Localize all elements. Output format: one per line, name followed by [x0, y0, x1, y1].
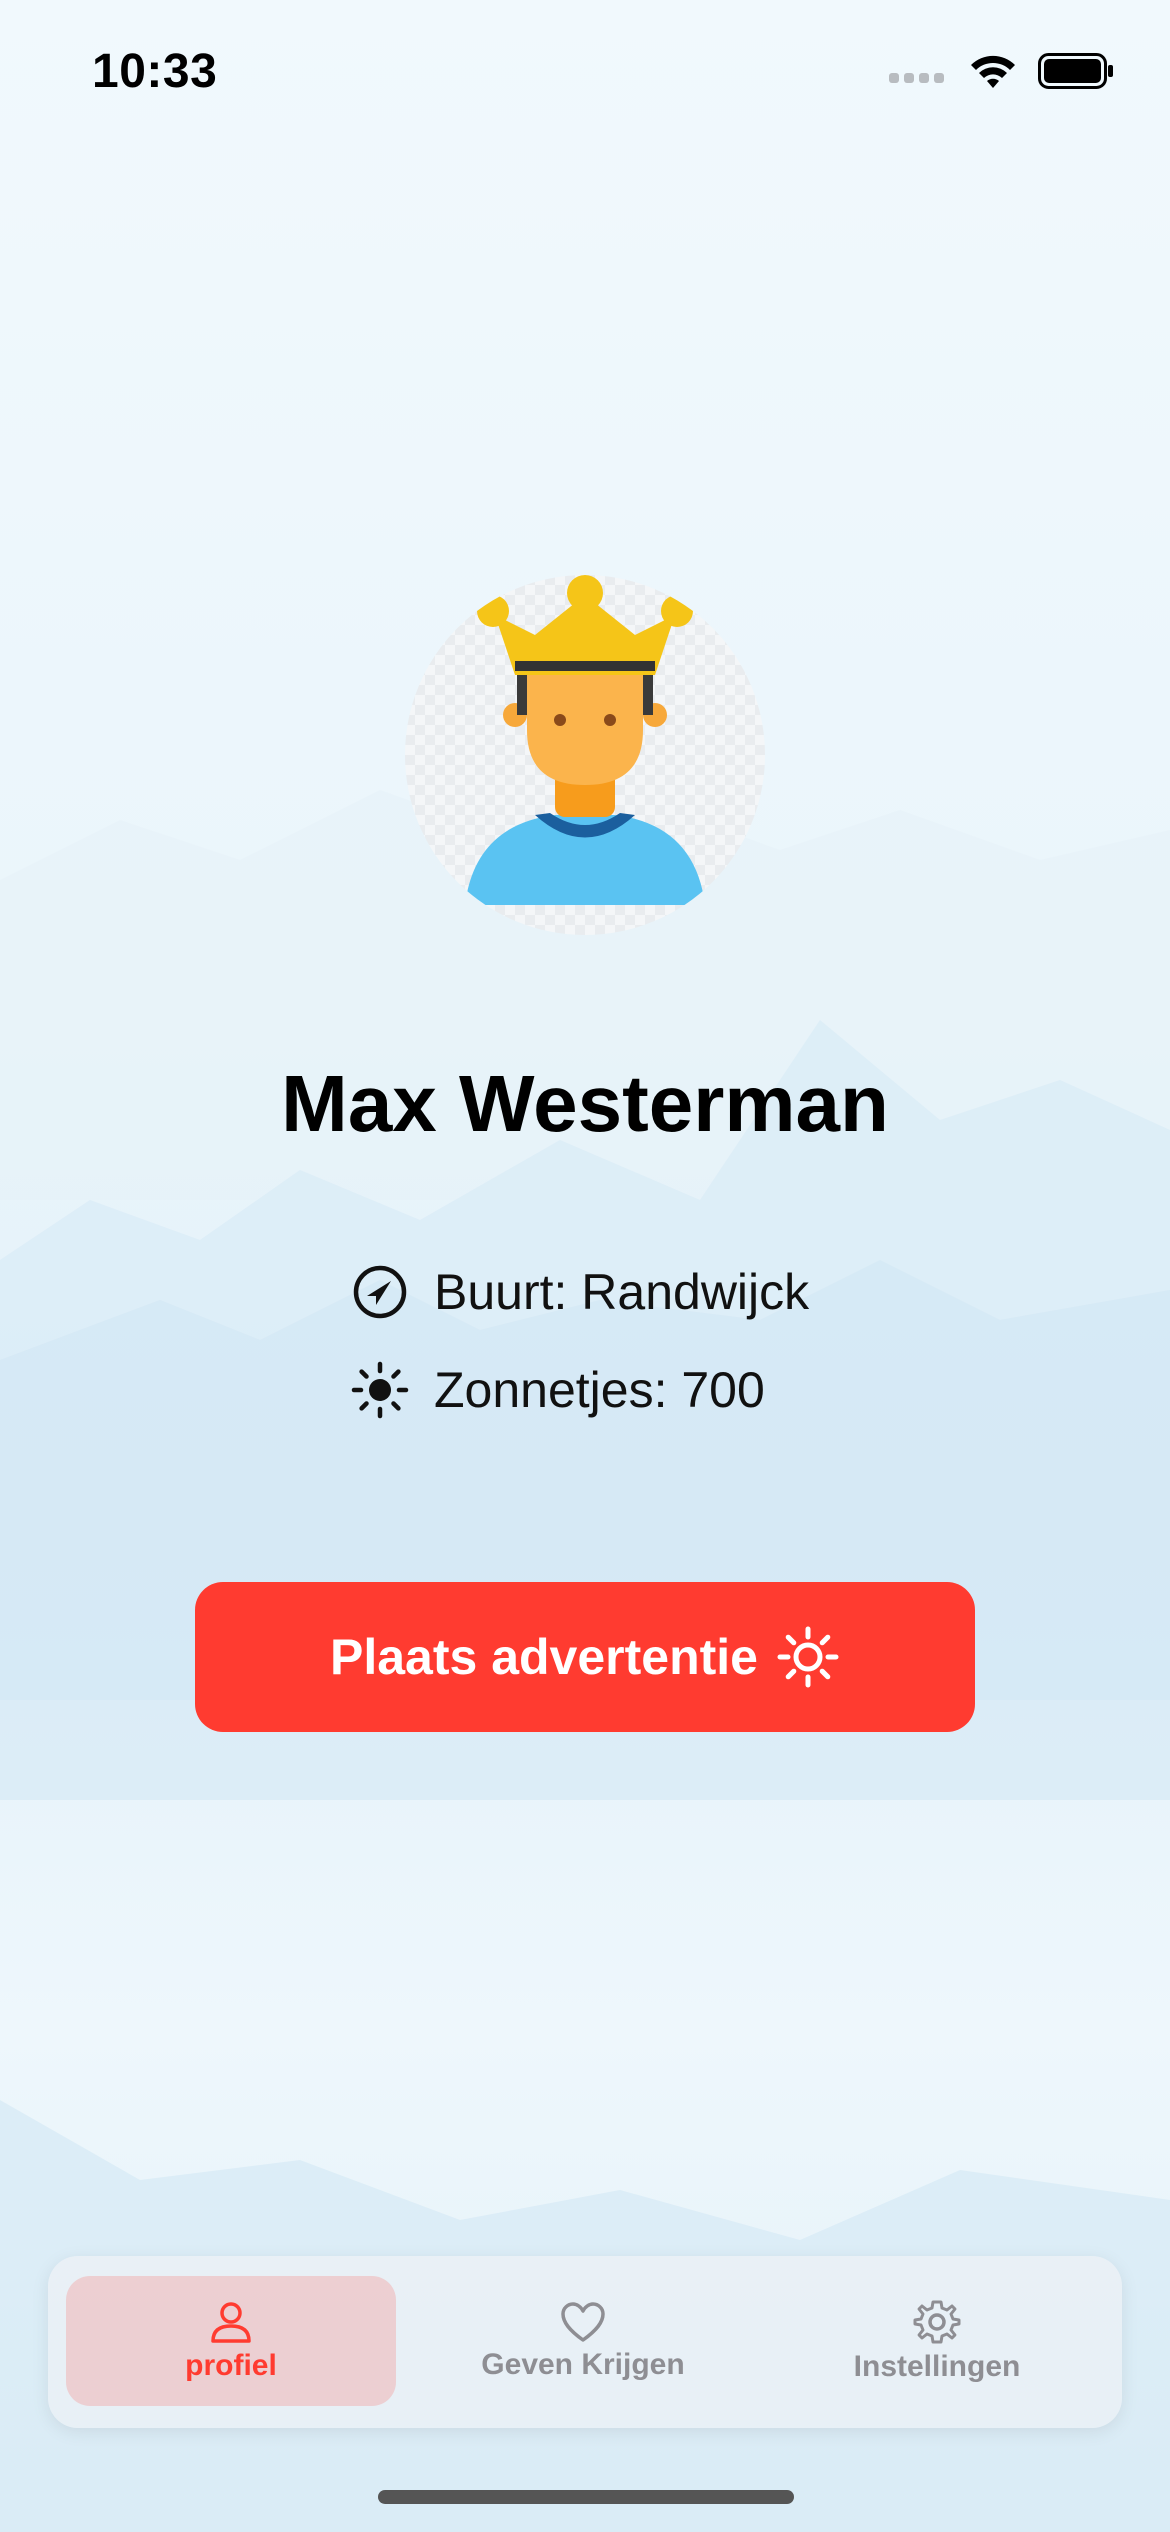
plaats-advertentie-button[interactable]: Plaats advertentie [195, 1582, 975, 1732]
heart-icon [561, 2302, 605, 2342]
zonnetjes-label: Zonnetjes: 700 [434, 1362, 765, 1418]
tab-geven-krijgen-label: Geven Krijgen [481, 2348, 685, 2381]
status-time: 10:33 [92, 45, 218, 98]
sun-icon [350, 1360, 410, 1420]
buurt-label: Buurt: Randwijck [434, 1264, 810, 1320]
sun-icon [776, 1625, 840, 1689]
tab-geven-krijgen[interactable]: Geven Krijgen [418, 2276, 748, 2406]
tab-instellingen-label: Instellingen [853, 2350, 1021, 2383]
home-indicator[interactable] [378, 2490, 794, 2504]
tab-profiel-label: profiel [185, 2349, 277, 2382]
plaats-advertentie-label: Plaats advertentie [330, 1629, 758, 1685]
battery-icon [1038, 53, 1113, 89]
zonnetjes-row: Zonnetjes: 700 [350, 1360, 765, 1420]
tab-profiel[interactable]: profiel [66, 2276, 396, 2406]
tab-instellingen[interactable]: Instellingen [772, 2276, 1102, 2406]
profile-name: Max Westerman [281, 1059, 889, 1148]
buurt-row: Buurt: Randwijck [350, 1262, 809, 1322]
wifi-icon [971, 55, 1015, 88]
cellular-signal-icon [889, 59, 944, 83]
tab-bar: profiel Geven Krijgen Instellingen [48, 2256, 1122, 2428]
location-arrow-icon [350, 1262, 410, 1322]
status-bar: 10:33 [0, 0, 1170, 150]
gear-icon [913, 2300, 961, 2344]
status-icons [889, 52, 1114, 90]
person-icon [211, 2302, 251, 2343]
avatar-king-illustration [405, 575, 765, 935]
avatar [405, 575, 765, 935]
